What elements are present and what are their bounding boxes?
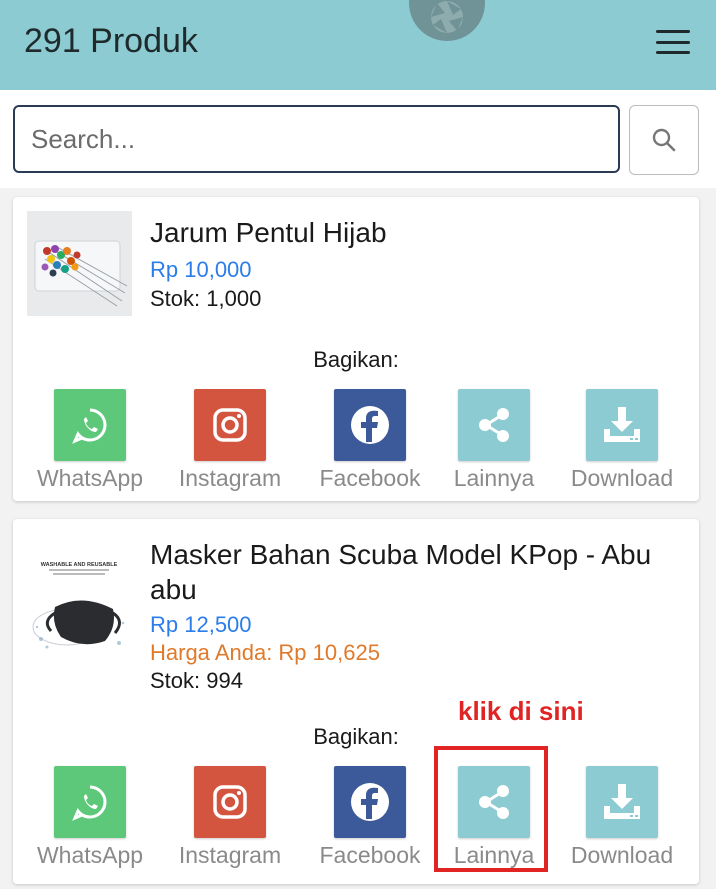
top-app-bar: 291 Produk	[0, 0, 716, 90]
instagram-label: Instagram	[178, 842, 282, 868]
product-name[interactable]: Jarum Pentul Hijab	[150, 215, 680, 250]
product-stock: Stok: 1,000	[150, 286, 262, 311]
facebook-icon	[351, 783, 389, 821]
app-logo-icon	[409, 0, 485, 41]
search-bar	[0, 90, 716, 188]
whatsapp-label: WhatsApp	[36, 842, 144, 868]
share-instagram-button[interactable]: Instagram	[167, 766, 293, 869]
download-label: Download	[570, 465, 674, 491]
whatsapp-icon	[72, 408, 107, 444]
product-card[interactable]: Jarum Pentul Hijab Rp 10,000 Stok: 1,000…	[13, 197, 699, 501]
thumbnail-caption: WASHABLE AND REUSABLE	[41, 562, 118, 568]
search-button[interactable]	[629, 105, 699, 175]
facebook-icon	[351, 406, 389, 444]
annotation-label: klik di sini	[458, 696, 584, 726]
share-other-button[interactable]: Lainnya	[431, 389, 557, 492]
instagram-label: Instagram	[178, 465, 282, 491]
product-stock: Stok: 994	[150, 668, 243, 693]
download-icon	[604, 407, 640, 442]
download-icon	[604, 784, 640, 819]
facebook-label: Facebook	[319, 842, 421, 868]
page-title: 291 Produk	[24, 22, 198, 60]
share-instagram-button[interactable]: Instagram	[167, 389, 293, 492]
product-card[interactable]: WASHABLE AND REUSABLE Masker Bahan Scuba…	[13, 519, 699, 884]
share-facebook-button[interactable]: Facebook	[307, 389, 433, 492]
your-price: Harga Anda: Rp 10,625	[150, 640, 380, 665]
download-button[interactable]: Download	[559, 766, 685, 869]
instagram-icon	[213, 408, 247, 442]
hamburger-menu-icon[interactable]	[656, 30, 690, 54]
share-whatsapp-button[interactable]: WhatsApp	[27, 766, 153, 869]
share-label: Bagikan:	[313, 724, 399, 749]
product-name[interactable]: Masker Bahan Scuba Model KPop - Abu abu	[150, 537, 680, 607]
download-label: Download	[570, 842, 674, 868]
facebook-label: Facebook	[319, 465, 421, 491]
product-image[interactable]	[27, 211, 132, 316]
share-label: Bagikan:	[313, 347, 399, 372]
whatsapp-label: WhatsApp	[36, 465, 144, 491]
share-whatsapp-button[interactable]: WhatsApp	[27, 389, 153, 492]
product-image[interactable]: WASHABLE AND REUSABLE	[27, 557, 132, 662]
download-button[interactable]: Download	[559, 389, 685, 492]
whatsapp-icon	[72, 785, 107, 821]
share-facebook-button[interactable]: Facebook	[307, 766, 433, 869]
product-price: Rp 12,500	[150, 612, 252, 637]
search-input[interactable]	[13, 105, 620, 173]
instagram-icon	[213, 785, 247, 819]
product-price: Rp 10,000	[150, 257, 252, 282]
annotation-highlight-box	[434, 746, 548, 872]
other-label: Lainnya	[453, 465, 535, 491]
share-icon	[479, 408, 509, 442]
search-icon	[652, 128, 676, 152]
